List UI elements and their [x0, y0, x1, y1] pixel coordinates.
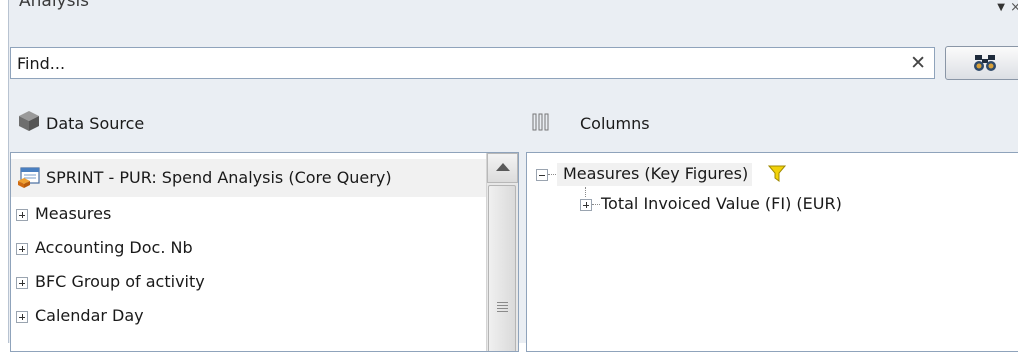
- collapse-minus-icon[interactable]: [536, 169, 548, 181]
- query-icon: [18, 167, 40, 188]
- expand-plus-icon[interactable]: [16, 243, 28, 255]
- columns-tree[interactable]: Measures (Key Figures) Total Invoiced Va…: [526, 152, 1018, 352]
- data-source-heading: Data Source: [46, 114, 145, 133]
- tree-item-label: Accounting Doc. Nb: [35, 238, 193, 257]
- measures-label: Measures (Key Figures): [557, 163, 753, 186]
- tree-item-measures[interactable]: Measures: [11, 201, 481, 231]
- tree-item-calendar-day[interactable]: Calendar Day: [11, 303, 481, 333]
- tree-item-bfc-group-of-activity[interactable]: BFC Group of activity: [11, 269, 481, 299]
- tree-item-label: BFC Group of activity: [35, 272, 205, 291]
- tree-connector: [592, 204, 600, 205]
- clear-search-icon[interactable]: ✕: [910, 52, 926, 74]
- scroll-thumb[interactable]: [488, 185, 516, 351]
- expand-plus-icon[interactable]: [16, 209, 28, 221]
- tree-item-accounting-doc-nb[interactable]: Accounting Doc. Nb: [11, 235, 481, 265]
- data-source-root-label: SPRINT - PUR: Spend Analysis (Core Query…: [46, 168, 392, 187]
- panel-title: Analysis: [19, 0, 90, 11]
- expand-plus-icon[interactable]: [16, 311, 28, 323]
- columns-heading: Columns: [580, 114, 650, 133]
- filter-icon[interactable]: [768, 165, 786, 183]
- expand-plus-icon[interactable]: [16, 277, 28, 289]
- tree-connector: [548, 174, 556, 175]
- find-button[interactable]: [945, 46, 1018, 80]
- search-box[interactable]: ✕: [10, 47, 935, 79]
- data-source-tree[interactable]: SPRINT - PUR: Spend Analysis (Core Query…: [10, 152, 519, 352]
- total-invoiced-label: Total Invoiced Value (FI) (EUR): [601, 194, 842, 213]
- panel-titlebar: Analysis ▼ ×: [9, 0, 1018, 28]
- columns-total-invoiced-item[interactable]: Total Invoiced Value (FI) (EUR): [527, 191, 927, 221]
- tree-item-label: Measures: [35, 204, 112, 223]
- columns-icon: [532, 113, 549, 131]
- columns-measures-item[interactable]: Measures (Key Figures): [527, 157, 827, 187]
- search-input[interactable]: [17, 48, 887, 78]
- expand-plus-icon[interactable]: [580, 199, 592, 211]
- panel-close-icon[interactable]: ×: [1010, 0, 1018, 15]
- scroll-up-arrow-icon: [496, 163, 510, 171]
- scroll-grip-icon: [497, 302, 508, 314]
- panel-menu-arrow-icon[interactable]: ▼: [997, 2, 1005, 13]
- data-source-root-item[interactable]: SPRINT - PUR: Spend Analysis (Core Query…: [11, 159, 487, 197]
- scroll-up-button[interactable]: [487, 153, 518, 183]
- data-source-scrollbar[interactable]: [486, 153, 518, 351]
- data-source-cube-icon: [19, 111, 39, 131]
- binoculars-icon: [974, 55, 996, 71]
- tree-item-label: Calendar Day: [35, 306, 144, 325]
